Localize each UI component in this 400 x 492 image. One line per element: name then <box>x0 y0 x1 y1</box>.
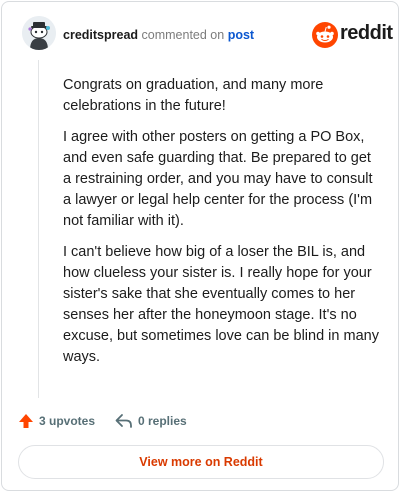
reply-count: 0 replies <box>138 414 187 428</box>
comment-paragraph: I can't believe how big of a loser the B… <box>63 244 379 365</box>
upvote-count: 3 upvotes <box>39 414 96 428</box>
avatar[interactable] <box>22 16 56 50</box>
comment-header: creditspread commented on post reddit <box>2 2 398 64</box>
action-text: commented on <box>141 28 225 42</box>
comment-body: Congrats on graduation, and many more ce… <box>63 75 379 378</box>
comment-actions: 3 upvotes 0 replies <box>18 410 318 432</box>
snoo-avatar-icon <box>22 16 56 50</box>
comment-paragraph: Congrats on graduation, and many more ce… <box>63 77 324 114</box>
comment-paragraph: I agree with other posters on getting a … <box>63 129 373 229</box>
upvote-arrow-icon <box>19 414 33 428</box>
reply-button[interactable]: 0 replies <box>115 410 187 432</box>
reddit-logo-icon <box>312 22 338 48</box>
view-more-button[interactable]: View more on Reddit <box>18 445 384 479</box>
reply-arrow-icon <box>115 414 132 428</box>
post-link[interactable]: post <box>228 28 254 42</box>
brand-wordmark: reddit <box>340 22 393 44</box>
upvote-button[interactable]: 3 upvotes <box>18 410 95 432</box>
username-link[interactable]: creditspread <box>63 28 138 42</box>
thread-line <box>38 60 39 398</box>
reddit-embed-card: creditspread commented on post reddit Co… <box>1 1 399 491</box>
byline: creditspread commented on post <box>63 27 254 43</box>
